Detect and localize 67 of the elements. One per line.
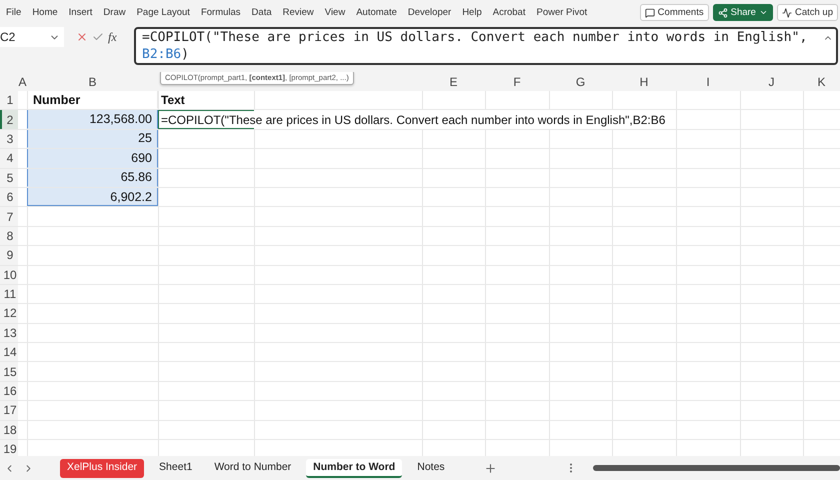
name-box[interactable]: C2	[0, 27, 64, 47]
row-header[interactable]: 19	[0, 440, 18, 456]
table-cell: Number	[27, 91, 158, 110]
row-header[interactable]: 17	[0, 401, 18, 420]
ribbon-tab[interactable]: Draw	[103, 7, 126, 18]
sheet-tab[interactable]: Sheet1	[152, 458, 200, 478]
column-header[interactable]: E	[422, 72, 485, 91]
table-cell: 65.86	[27, 168, 158, 187]
row-header[interactable]: 12	[0, 304, 18, 323]
sheet-tab[interactable]: Notes	[410, 458, 452, 478]
check-icon[interactable]	[92, 31, 104, 43]
comment-icon	[644, 8, 655, 18]
table-cell: 690	[27, 149, 158, 168]
share-icon	[718, 8, 728, 18]
table-cell: 6,902.2	[27, 188, 158, 206]
formula-field[interactable]: =COPILOT("These are prices in US dollars. Convert each number into words in English", B2:B6)	[134, 27, 838, 65]
horizontal-scrollbar[interactable]	[592, 463, 840, 473]
row-header[interactable]: 16	[0, 382, 18, 400]
row-header[interactable]: 9	[0, 246, 18, 265]
column-header[interactable]: H	[612, 72, 676, 91]
insert-function-button[interactable]: fx	[108, 30, 117, 44]
column-header[interactable]: B	[27, 72, 158, 91]
sheet-tab[interactable]: XelPlus Insider	[60, 458, 144, 478]
column-header[interactable]: I	[676, 72, 740, 91]
row-header[interactable]: 18	[0, 420, 18, 440]
sheet-tab[interactable]: Number to Word	[306, 458, 402, 478]
ribbon-tab[interactable]: Home	[32, 7, 58, 18]
ribbon-tab[interactable]: View	[324, 7, 346, 18]
row-header[interactable]: 5	[0, 168, 18, 187]
ribbon-tab[interactable]: Review	[282, 7, 314, 18]
caret-icon	[758, 8, 768, 17]
row-header[interactable]: 8	[0, 226, 18, 246]
table-cell: 25	[27, 130, 158, 148]
column-header[interactable]: F	[485, 72, 549, 91]
ribbon-tab[interactable]: Data	[252, 7, 272, 18]
column-header[interactable]: K	[803, 72, 840, 91]
row-header[interactable]: 3	[0, 130, 18, 148]
catch-up-button[interactable]: Catch up	[776, 4, 838, 21]
row-header[interactable]: 2	[0, 110, 18, 129]
ribbon-tab[interactable]: Acrobat	[492, 7, 526, 18]
ribbon-tab[interactable]: File	[6, 7, 22, 18]
row-header[interactable]: 14	[0, 343, 18, 362]
ribbon-tab[interactable]: Help	[462, 7, 482, 18]
ribbon-tab[interactable]: Insert	[68, 7, 92, 18]
ribbon-tab[interactable]: Automate	[356, 7, 397, 18]
row-header[interactable]: 1	[0, 91, 18, 110]
ribbon-tab[interactable]: Page Layout	[136, 7, 190, 18]
column-header[interactable]: J	[740, 72, 803, 91]
row-header[interactable]: 15	[0, 362, 18, 381]
row-header[interactable]: 13	[0, 324, 18, 342]
column-header[interactable]: A	[18, 72, 27, 91]
row-header[interactable]: 10	[0, 266, 18, 284]
share-button[interactable]: Share	[712, 4, 773, 21]
ribbon-tab[interactable]: Formulas	[200, 7, 241, 18]
cancel-icon[interactable]	[76, 31, 88, 43]
pulse-icon	[782, 8, 792, 18]
sheet-tab[interactable]: Word to Number	[207, 458, 298, 478]
comments-button[interactable]: Comments	[640, 4, 709, 21]
table-cell: 123,568.00	[27, 110, 158, 129]
row-header[interactable]: 7	[0, 207, 18, 226]
column-header[interactable]: G	[549, 72, 612, 91]
ribbon-tab[interactable]: Power Pivot	[536, 7, 588, 18]
ribbon-tab[interactable]: Developer	[408, 7, 452, 18]
row-header[interactable]: 11	[0, 284, 18, 304]
row-header[interactable]: 4	[0, 149, 18, 168]
add-sheet-icon[interactable]	[484, 462, 497, 474]
row-header[interactable]: 6	[0, 188, 18, 206]
